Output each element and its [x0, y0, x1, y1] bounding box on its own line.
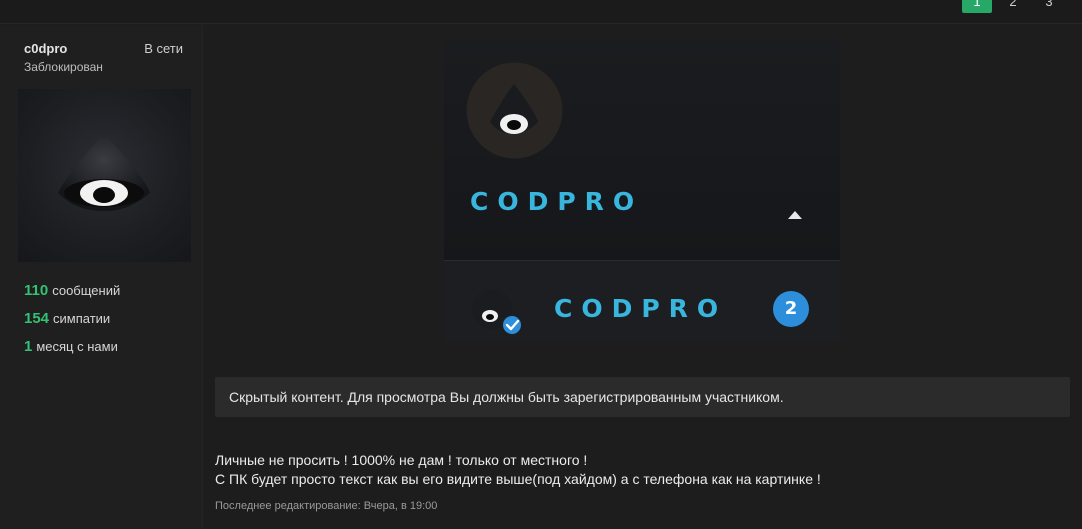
user-role: Заблокирован [24, 60, 103, 74]
stat-likes: 154 симпатии [24, 310, 111, 327]
eye-logo-icon [466, 62, 563, 159]
stat-messages: 110 сообщений [24, 282, 121, 299]
page-3-button[interactable]: 3 [1034, 0, 1064, 13]
avatar[interactable] [18, 89, 191, 262]
pagination: 1 2 3 [962, 0, 1064, 13]
stat-membership: 1 месяц с нами [24, 338, 118, 355]
brand-title-top: CODPRO [470, 187, 644, 216]
eye-logo-icon [58, 133, 150, 211]
notification-badge: 2 [773, 291, 809, 327]
hidden-content-notice: Скрытый контент. Для просмотра Вы должны… [215, 377, 1070, 417]
post-message: Личные не просить ! 1000% не дам ! тольк… [215, 451, 821, 489]
message-line-1: Личные не просить ! 1000% не дам ! тольк… [215, 452, 588, 468]
brand-title-bottom: CODPRO [554, 294, 728, 323]
user-stats: 110 сообщений 154 симпатии 1 месяц с нами [24, 282, 120, 366]
page-2-button[interactable]: 2 [998, 0, 1028, 13]
avatar-small-icon [472, 289, 523, 336]
message-line-2: С ПК будет просто текст как вы его видит… [215, 471, 821, 487]
last-edited-note: Последнее редактирование: Вчера, в 19:00 [215, 500, 438, 512]
chevron-up-icon [788, 211, 802, 219]
user-sidebar: c0dpro В сети Заблокирован 110 сообщений … [0, 25, 203, 529]
post-image[interactable]: CODPRO CODPRO 2 [444, 40, 840, 341]
username-link[interactable]: c0dpro [24, 41, 67, 56]
online-status: В сети [144, 41, 183, 56]
top-bar: 1 2 3 [0, 0, 1082, 24]
page-1-button[interactable]: 1 [962, 0, 992, 13]
